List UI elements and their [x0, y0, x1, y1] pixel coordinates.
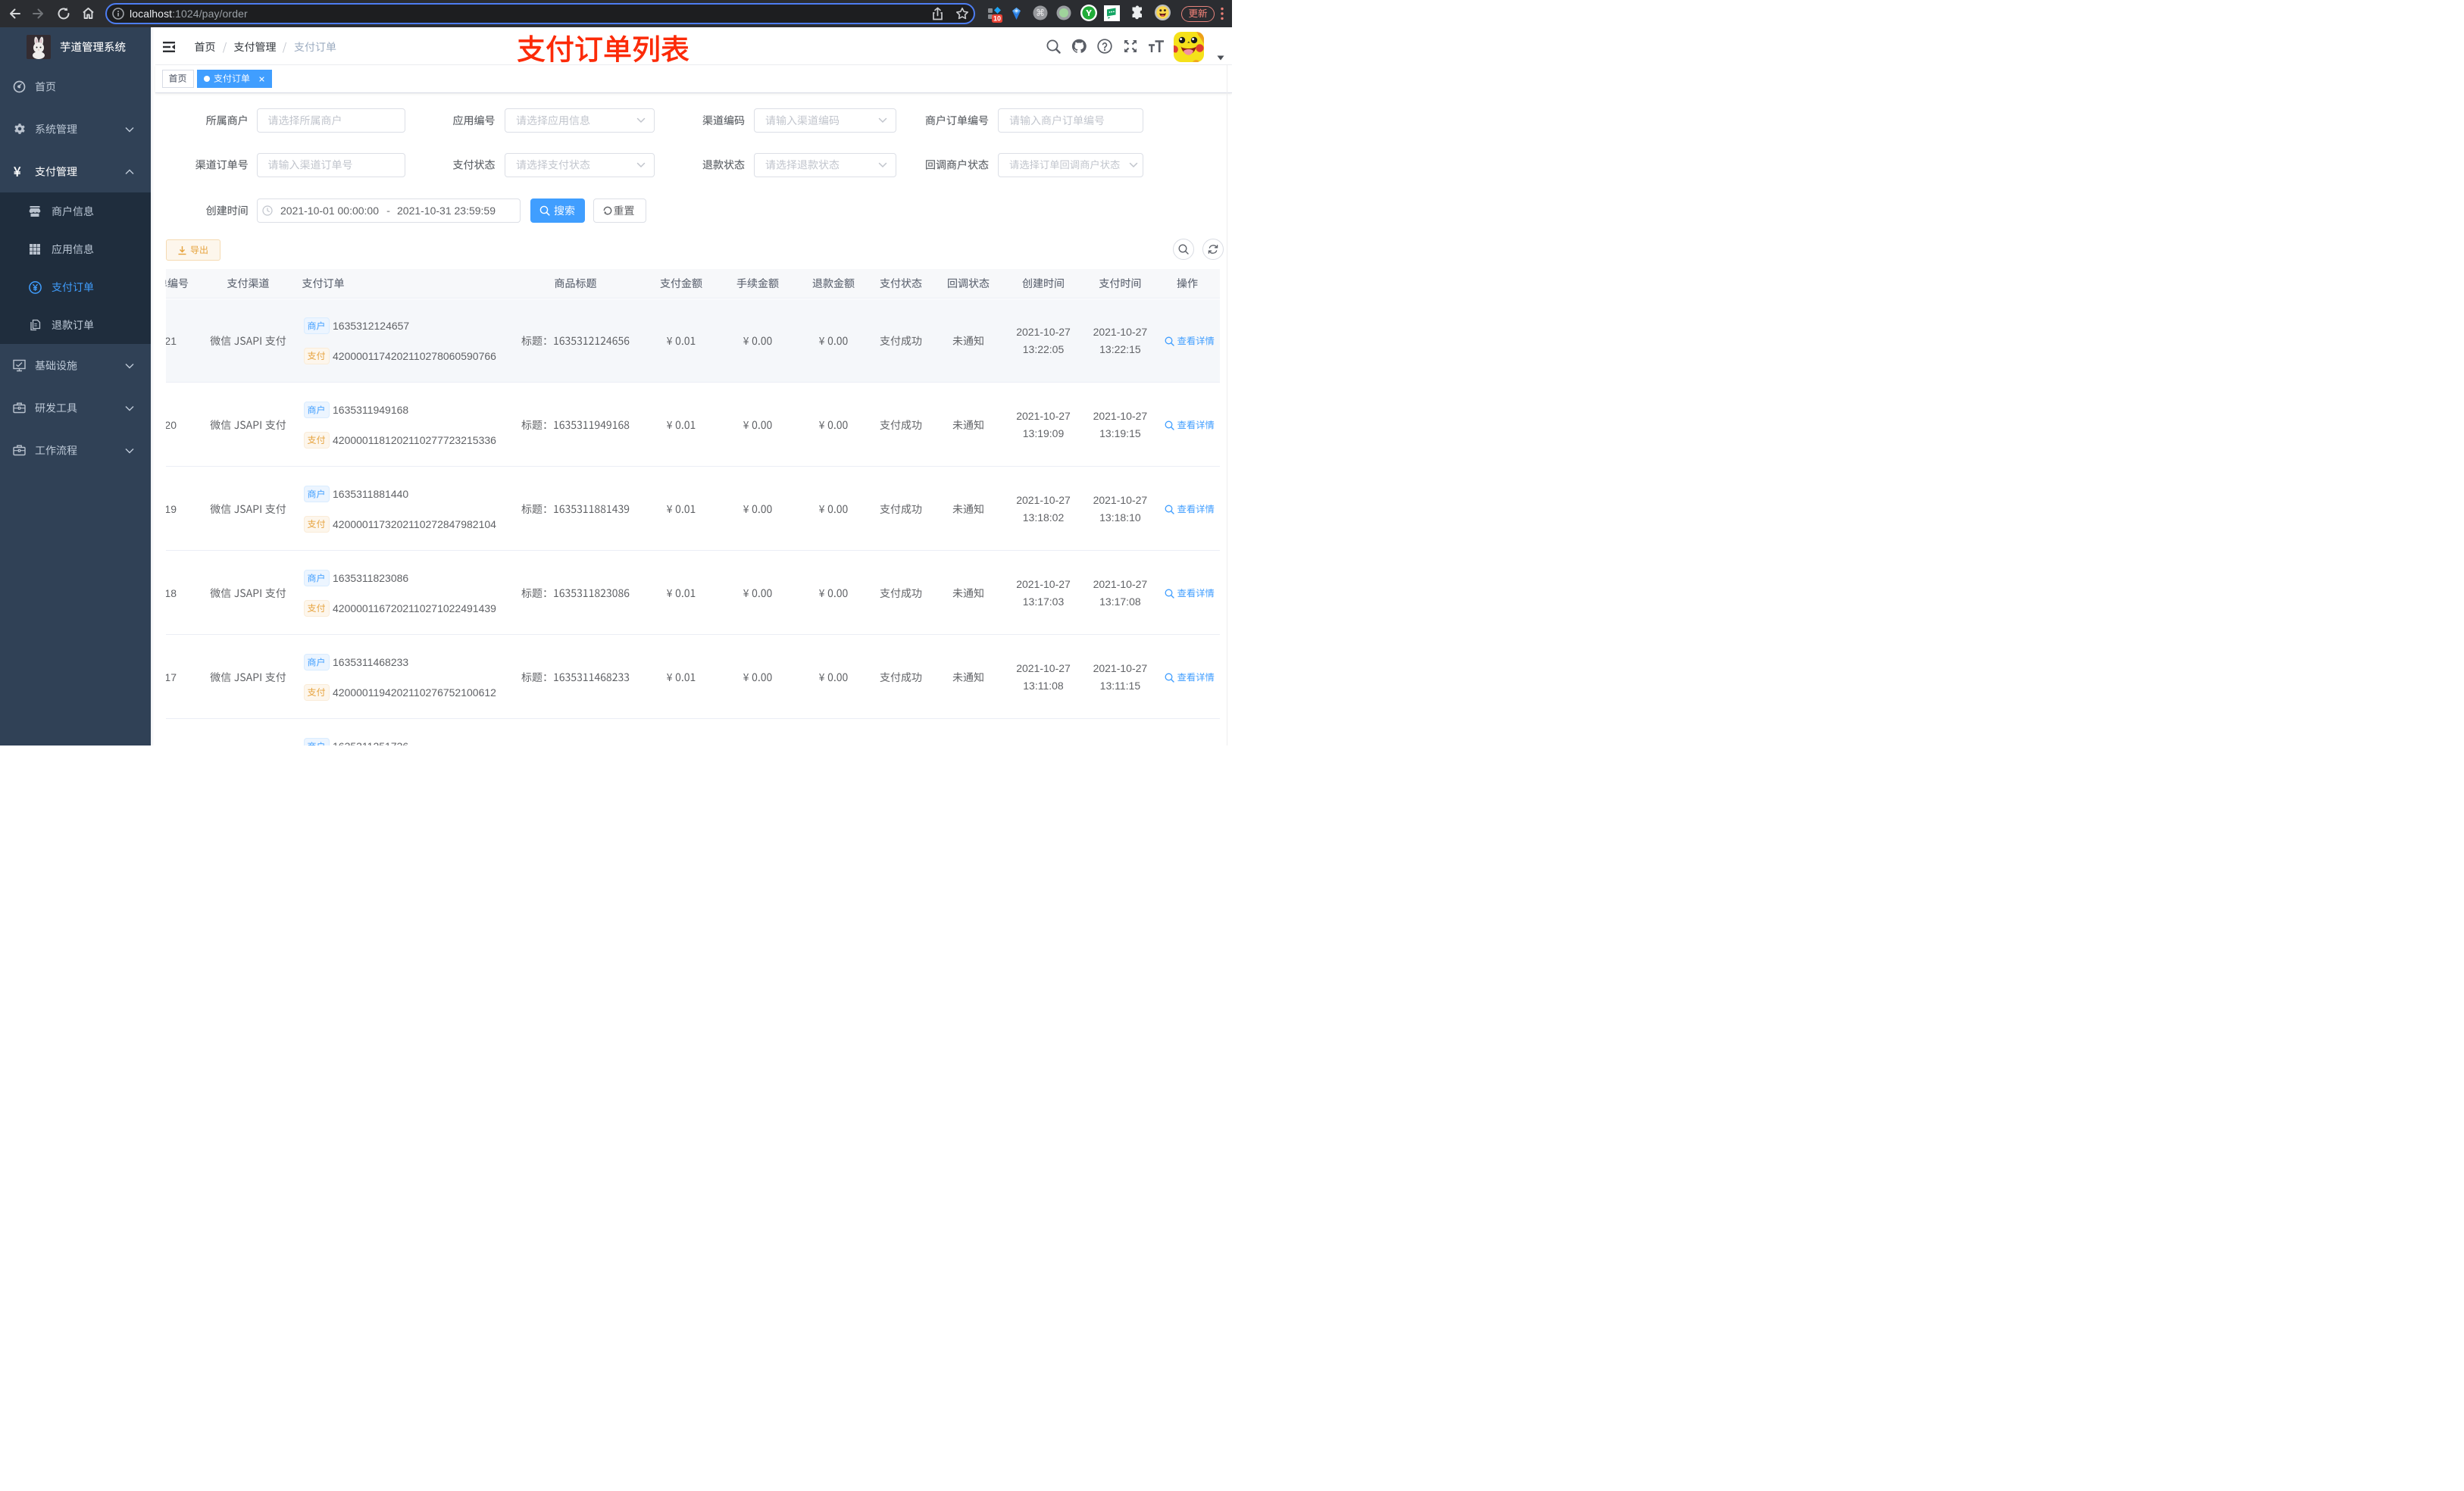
svg-text:⌘: ⌘ [1036, 8, 1045, 18]
svg-text:10: 10 [993, 15, 1001, 23]
